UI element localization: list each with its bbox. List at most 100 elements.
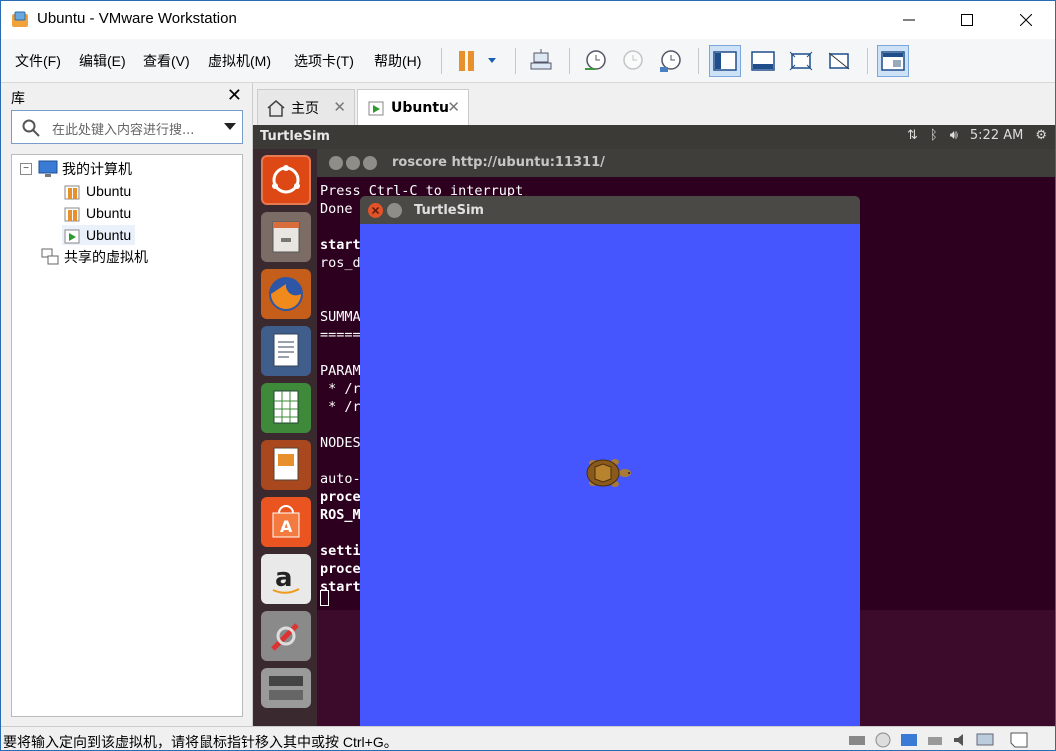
snapshot-manager-button[interactable] xyxy=(654,45,686,77)
library-view-icon xyxy=(713,51,737,71)
console-view-icon xyxy=(881,51,905,71)
terminal-line: SUMMA xyxy=(320,309,361,325)
terminal-close-button[interactable] xyxy=(329,156,343,170)
printer-icon[interactable] xyxy=(925,731,945,749)
menu-toolbar: 文件(F) 编辑(E) 查看(V) 虚拟机(M) 选项卡(T) 帮助(H) xyxy=(1,39,1055,83)
library-title: 库 xyxy=(11,91,25,107)
tab-ubuntu[interactable]: Ubuntu ✕ xyxy=(357,89,469,125)
chevron-down-icon[interactable] xyxy=(224,123,236,131)
fullscreen-icon xyxy=(789,51,813,71)
dash-launcher-icon[interactable] xyxy=(261,155,311,205)
close-window-button[interactable] xyxy=(1003,1,1049,39)
settings-gear-icon[interactable]: ⚙ xyxy=(1035,128,1047,143)
thumbnail-bar-button[interactable] xyxy=(747,45,779,77)
status-message: 要将输入定向到该虚拟机，请将鼠标指针移入其中或按 Ctrl+G。 xyxy=(3,734,398,750)
file-cabinet-icon xyxy=(272,221,300,253)
separator xyxy=(698,48,699,74)
firefox-launcher-icon[interactable] xyxy=(261,269,311,319)
spreadsheet-icon xyxy=(273,390,299,424)
menu-view[interactable]: 查看(V) xyxy=(143,51,190,71)
clock[interactable]: 5:22 AM xyxy=(970,128,1023,143)
cdrom-icon[interactable] xyxy=(873,731,893,749)
library-tree: − 我的计算机 Ubuntu Ubuntu Ubuntu 共享的虚拟机 xyxy=(11,154,243,717)
snapshot-manager-icon xyxy=(660,50,681,72)
full-screen-button[interactable] xyxy=(785,45,817,77)
tree-node-shared-vms[interactable]: 共享的虚拟机 xyxy=(40,247,148,267)
presentation-icon xyxy=(273,447,299,481)
turtlesim-minimize-button[interactable] xyxy=(387,203,402,218)
network-icon[interactable]: ⇅ xyxy=(907,128,918,143)
separator xyxy=(867,48,868,74)
snapshot-button[interactable] xyxy=(579,45,611,77)
tab-close-button[interactable]: ✕ xyxy=(333,98,346,116)
tab-home[interactable]: 主页 ✕ xyxy=(257,89,355,125)
calc-launcher-icon[interactable] xyxy=(261,383,311,433)
sound-icon[interactable] xyxy=(951,731,971,749)
terminal-title: roscore http://ubuntu:11311/ xyxy=(392,155,605,170)
unity-button[interactable] xyxy=(823,45,855,77)
terminal-maximize-button[interactable] xyxy=(363,156,377,170)
tree-node-vm[interactable]: Ubuntu xyxy=(62,203,131,223)
terminal-line: NODES xyxy=(320,435,361,451)
terminal-line: ROS_M xyxy=(320,507,361,523)
menu-help[interactable]: 帮助(H) xyxy=(374,51,421,71)
terminal-line: PARAM xyxy=(320,363,361,379)
ubuntu-top-panel: TurtleSim ⇅ ᛒ 🔊︎ 5:22 AM ⚙ xyxy=(253,125,1055,149)
tree-node-my-computer[interactable]: − 我的计算机 xyxy=(20,159,132,179)
bluetooth-icon[interactable]: ᛒ xyxy=(930,128,938,143)
workspaces-launcher-icon[interactable] xyxy=(261,668,311,708)
library-search-input[interactable]: 在此处键入内容进行搜... xyxy=(11,110,243,144)
search-placeholder: 在此处键入内容进行搜... xyxy=(52,123,195,138)
writer-launcher-icon[interactable] xyxy=(261,326,311,376)
search-icon xyxy=(22,119,40,137)
terminal-line: auto- xyxy=(320,471,361,487)
snapshot-clock-icon xyxy=(585,50,606,70)
files-launcher-icon[interactable] xyxy=(261,212,311,262)
minimize-button[interactable] xyxy=(886,1,932,39)
tree-node-vm[interactable]: Ubuntu xyxy=(62,181,131,201)
window-title: Ubuntu - VMware Workstation xyxy=(37,10,237,27)
terminal-line: setti xyxy=(320,543,361,559)
hdd-icon[interactable] xyxy=(847,731,867,749)
menu-tabs[interactable]: 选项卡(T) xyxy=(294,51,354,71)
vm-console[interactable]: TurtleSim ⇅ ᛒ 🔊︎ 5:22 AM ⚙ A a roscore h… xyxy=(253,125,1055,726)
terminal-line: Done xyxy=(320,201,353,217)
tab-close-button[interactable]: ✕ xyxy=(447,98,460,116)
console-view-button[interactable] xyxy=(877,45,909,77)
vm-icon xyxy=(64,185,80,200)
maximize-button[interactable] xyxy=(944,1,990,39)
send-ctrl-alt-del-button[interactable] xyxy=(525,45,557,77)
turtlesim-title: TurtleSim xyxy=(414,203,484,218)
terminal-line: * /r xyxy=(320,399,361,415)
terminal-titlebar: roscore http://ubuntu:11311/ xyxy=(317,149,1055,177)
close-icon xyxy=(371,206,380,215)
message-log-icon[interactable] xyxy=(1009,731,1029,749)
turtlesim-window[interactable]: TurtleSim xyxy=(360,196,860,726)
volume-icon[interactable]: 🔊︎ xyxy=(950,128,958,143)
display-icon[interactable] xyxy=(975,731,995,749)
library-close-button[interactable]: ✕ xyxy=(227,85,242,106)
tree-label: Ubuntu xyxy=(86,183,132,199)
tab-strip: 主页 ✕ Ubuntu ✕ xyxy=(253,83,1055,125)
turtlesim-canvas[interactable] xyxy=(360,224,860,726)
tab-label: 主页 xyxy=(291,100,319,117)
revert-snapshot-button[interactable] xyxy=(616,45,648,77)
show-library-button[interactable] xyxy=(709,45,741,77)
menu-file[interactable]: 文件(F) xyxy=(15,51,61,71)
menu-vm[interactable]: 虚拟机(M) xyxy=(208,51,271,71)
vm-running-icon xyxy=(368,101,384,115)
impress-launcher-icon[interactable] xyxy=(261,440,311,490)
terminal-minimize-button[interactable] xyxy=(346,156,360,170)
amazon-launcher-icon[interactable]: a xyxy=(261,554,311,604)
software-center-launcher-icon[interactable]: A xyxy=(261,497,311,547)
firefox-icon xyxy=(269,277,303,311)
network-adapter-icon[interactable] xyxy=(899,731,919,749)
tree-node-vm-selected[interactable]: Ubuntu xyxy=(62,225,136,245)
minimize-icon xyxy=(903,19,915,21)
turtlesim-close-button[interactable] xyxy=(368,203,383,218)
pause-button[interactable] xyxy=(451,45,501,77)
collapse-toggle-icon[interactable]: − xyxy=(20,163,32,175)
menu-edit[interactable]: 编辑(E) xyxy=(79,51,126,71)
system-settings-launcher-icon[interactable] xyxy=(261,611,311,661)
ubuntu-logo-icon xyxy=(272,165,300,194)
